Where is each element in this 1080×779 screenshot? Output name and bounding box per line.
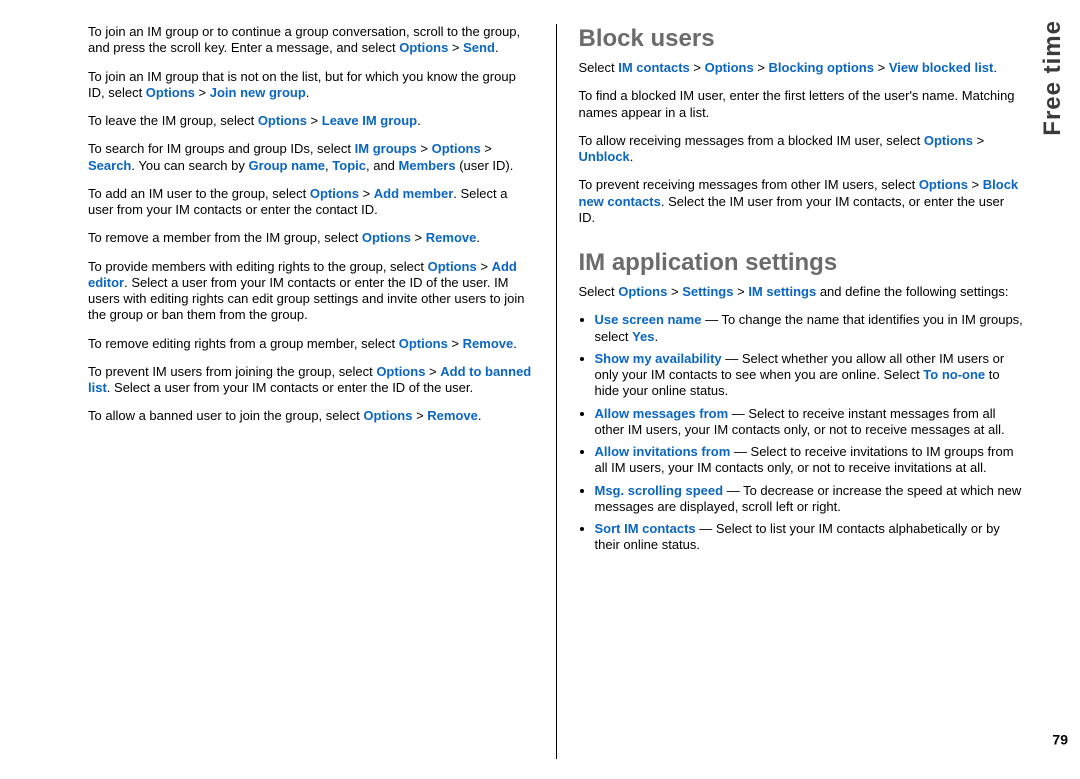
para-add-editor: To provide members with editing rights t… <box>88 259 534 324</box>
para-add-banned: To prevent IM users from joining the gro… <box>88 364 534 397</box>
setting-allow-invitations: Allow invitations from — Select to recei… <box>595 444 1025 477</box>
setting-msg-speed: Msg. scrolling speed — To decrease or in… <box>595 483 1025 516</box>
right-column: Block users Select IM contacts > Options… <box>557 24 1025 759</box>
para-search-groups: To search for IM groups and group IDs, s… <box>88 141 534 174</box>
para-find-blocked: To find a blocked IM user, enter the fir… <box>579 88 1025 121</box>
page-number: 79 <box>1052 731 1068 749</box>
left-column: To join an IM group or to continue a gro… <box>88 24 557 759</box>
heading-block-users: Block users <box>579 24 1025 54</box>
para-block-new: To prevent receiving messages from other… <box>579 177 1025 226</box>
para-remove-editor: To remove editing rights from a group me… <box>88 336 534 352</box>
columns: To join an IM group or to continue a gro… <box>88 24 1024 759</box>
para-unblock: To allow receiving messages from a block… <box>579 133 1025 166</box>
side-tab: Free time <box>1038 20 1068 136</box>
settings-list: Use screen name — To change the name tha… <box>579 312 1025 553</box>
para-leave-group: To leave the IM group, select Options > … <box>88 113 534 129</box>
setting-allow-messages: Allow messages from — Select to receive … <box>595 406 1025 439</box>
para-join-new-group: To join an IM group that is not on the l… <box>88 69 534 102</box>
heading-im-settings: IM application settings <box>579 248 1025 278</box>
para-remove-member: To remove a member from the IM group, se… <box>88 230 534 246</box>
para-allow-banned: To allow a banned user to join the group… <box>88 408 534 424</box>
page: Free time 79 To join an IM group or to c… <box>0 0 1080 779</box>
setting-sort-contacts: Sort IM contacts — Select to list your I… <box>595 521 1025 554</box>
setting-show-availability: Show my availability — Select whether yo… <box>595 351 1025 400</box>
setting-use-screen-name: Use screen name — To change the name tha… <box>595 312 1025 345</box>
para-select-settings: Select Options > Settings > IM settings … <box>579 284 1025 300</box>
para-select-blocked-list: Select IM contacts > Options > Blocking … <box>579 60 1025 76</box>
para-join-group: To join an IM group or to continue a gro… <box>88 24 534 57</box>
para-add-member: To add an IM user to the group, select O… <box>88 186 534 219</box>
